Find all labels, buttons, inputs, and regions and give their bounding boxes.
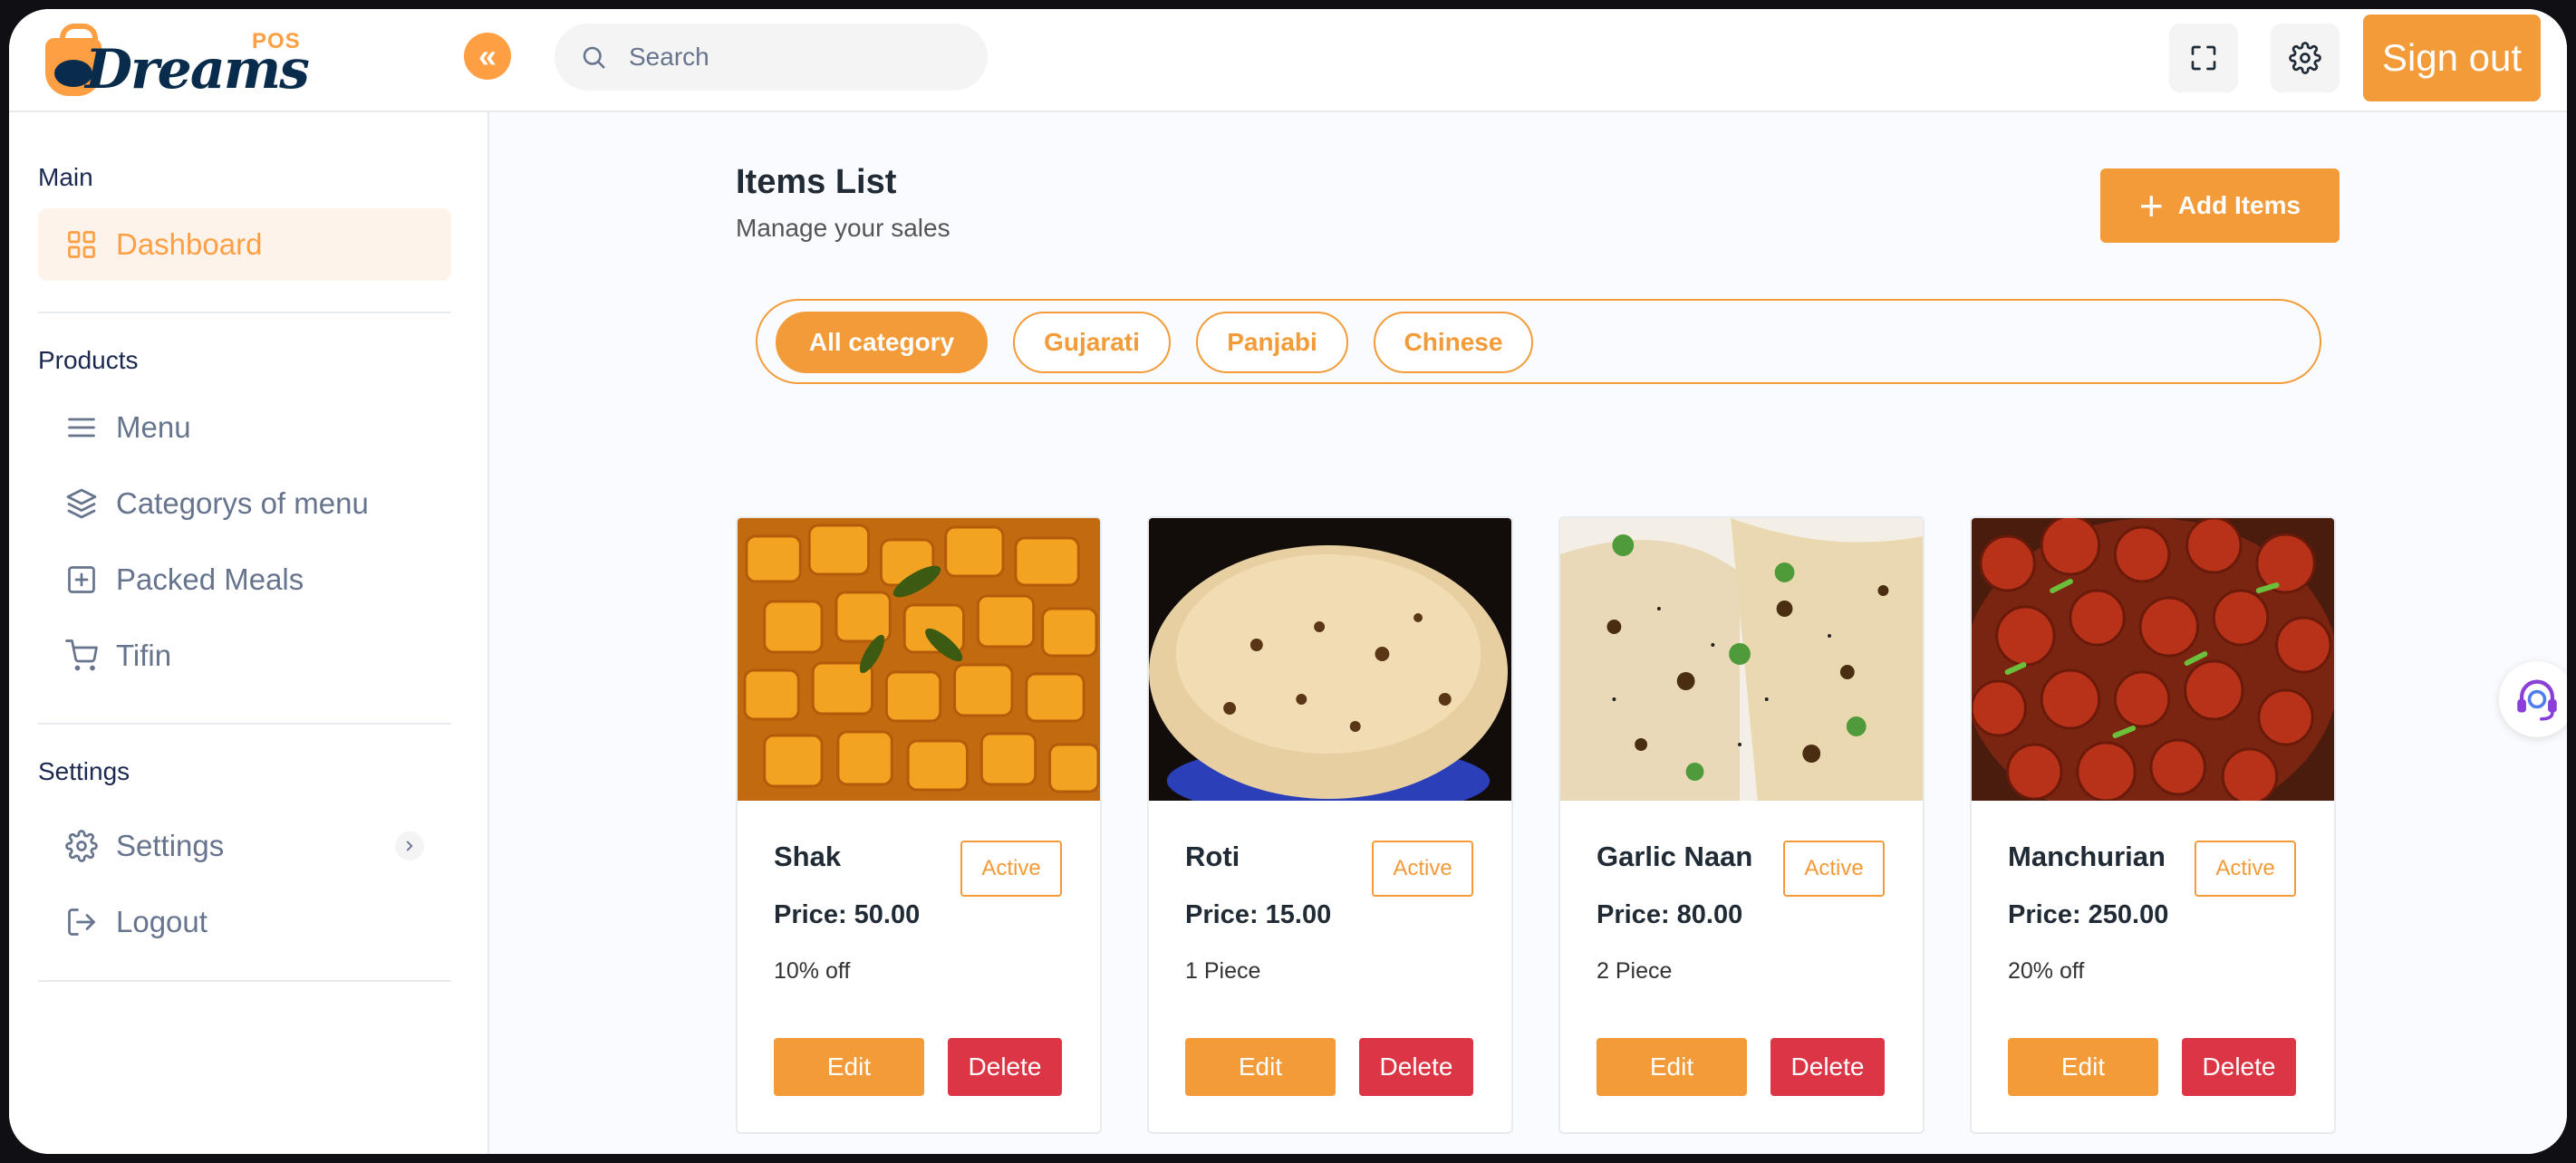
category-chinese[interactable]: Chinese: [1374, 312, 1533, 373]
status-badge: Active: [2195, 841, 2296, 897]
settings-button[interactable]: [2271, 24, 2340, 92]
item-note: 2 Piece: [1597, 958, 1673, 984]
logo-suffix: POS: [252, 29, 301, 53]
sidebar-item-label: Logout: [116, 905, 207, 938]
main-content: Items List Manage your sales + Add Items…: [489, 112, 2567, 1154]
sidebar-item-dashboard[interactable]: Dashboard: [38, 208, 451, 281]
category-all[interactable]: All category: [776, 312, 988, 373]
item-price: Price: 250.00: [2008, 900, 2169, 929]
sidebar-item-label: Tifin: [116, 639, 172, 672]
sidebar-section-main: Main: [38, 163, 93, 191]
app-window: Dreams POS « Sign out Main Dashboard Pro…: [9, 9, 2567, 1154]
item-image-garlic-naan: [1560, 518, 1923, 801]
edit-button[interactable]: Edit: [1185, 1038, 1336, 1096]
item-price: Price: 50.00: [774, 900, 921, 929]
layers-icon: [66, 488, 97, 519]
sidebar-item-label: Dashboard: [116, 227, 263, 261]
item-price: Price: 80.00: [1597, 900, 1743, 929]
plus-icon: +: [2138, 182, 2164, 229]
edit-button[interactable]: Edit: [774, 1038, 924, 1096]
delete-button[interactable]: Delete: [2182, 1038, 2296, 1096]
fullscreen-icon: [2191, 45, 2216, 71]
chevron-right-icon: [395, 831, 424, 860]
item-name: Manchurian: [2008, 841, 2166, 872]
menu-icon: [68, 418, 95, 437]
item-card: Roti Active Price: 15.00 1 Piece Edit De…: [1147, 516, 1513, 1134]
item-name: Roti: [1185, 841, 1240, 872]
add-items-label: Add Items: [2177, 191, 2301, 219]
item-image-roti: [1149, 518, 1511, 801]
sidebar-section-products: Products: [38, 346, 139, 374]
sidebar-item-label: Menu: [116, 410, 191, 444]
item-card: Shak Active Price: 50.00 10% off Edit De…: [736, 516, 1102, 1134]
status-badge: Active: [1372, 841, 1473, 897]
item-card: Garlic Naan Active Price: 80.00 2 Piece …: [1558, 516, 1925, 1134]
edit-button[interactable]: Edit: [1597, 1038, 1747, 1096]
sidebar-section-settings: Settings: [38, 757, 130, 785]
item-image-manchurian: [1972, 518, 2334, 801]
add-items-button[interactable]: + Add Items: [2100, 168, 2340, 243]
item-note: 10% off: [774, 958, 851, 984]
search-icon: [583, 46, 605, 69]
page-title: Items List: [736, 163, 897, 201]
sidebar-item-tifin[interactable]: Tifin: [38, 620, 451, 692]
sidebar-divider: [38, 723, 451, 725]
sidebar-item-label: Packed Meals: [116, 562, 304, 596]
item-name: Garlic Naan: [1597, 841, 1753, 872]
category-panjabi[interactable]: Panjabi: [1196, 312, 1348, 373]
gear-icon: [65, 830, 98, 862]
delete-button[interactable]: Delete: [948, 1038, 1062, 1096]
sidebar-item-categories[interactable]: Categorys of menu: [38, 467, 451, 540]
status-badge: Active: [960, 841, 1062, 897]
headset-icon: [2517, 679, 2557, 721]
item-name: Shak: [774, 841, 842, 872]
app-logo[interactable]: Dreams POS: [40, 18, 312, 103]
plus-square-icon: [68, 566, 95, 593]
search-bar[interactable]: [555, 24, 988, 91]
support-chat-button[interactable]: [2499, 661, 2567, 737]
double-chevron-left-icon: «: [478, 37, 497, 74]
sidebar-item-packed-meals[interactable]: Packed Meals: [38, 543, 451, 616]
item-image-shak: [738, 518, 1100, 801]
grid-icon: [68, 231, 95, 258]
item-note: 20% off: [2008, 958, 2085, 984]
item-note: 1 Piece: [1185, 958, 1261, 984]
search-input[interactable]: [629, 43, 955, 72]
fullscreen-button[interactable]: [2169, 24, 2238, 92]
logout-icon: [68, 908, 95, 936]
sidebar-divider: [38, 980, 451, 982]
delete-button[interactable]: Delete: [1770, 1038, 1885, 1096]
edit-button[interactable]: Edit: [2008, 1038, 2158, 1096]
delete-button[interactable]: Delete: [1359, 1038, 1473, 1096]
sidebar-collapse-button[interactable]: «: [464, 33, 511, 80]
sidebar-item-logout[interactable]: Logout: [38, 886, 451, 958]
sidebar-item-settings[interactable]: Settings: [38, 810, 451, 882]
gear-icon: [2289, 42, 2321, 74]
page-subtitle: Manage your sales: [736, 214, 950, 242]
item-price: Price: 15.00: [1185, 900, 1332, 929]
sidebar-item-label: Settings: [116, 829, 225, 862]
top-header: Dreams POS « Sign out: [9, 9, 2567, 112]
sidebar-item-label: Categorys of menu: [116, 486, 369, 520]
sidebar-item-menu[interactable]: Menu: [38, 391, 451, 464]
cart-icon: [65, 639, 98, 671]
status-badge: Active: [1783, 841, 1885, 897]
sidebar-divider: [38, 312, 451, 313]
sidebar: Main Dashboard Products Menu Categorys o…: [9, 112, 489, 1154]
category-gujarati[interactable]: Gujarati: [1013, 312, 1171, 373]
item-card: Manchurian Active Price: 250.00 20% off …: [1970, 516, 2336, 1134]
category-filter-bar: All category Gujarati Panjabi Chinese: [756, 299, 2321, 384]
sign-out-button[interactable]: Sign out: [2363, 14, 2541, 101]
